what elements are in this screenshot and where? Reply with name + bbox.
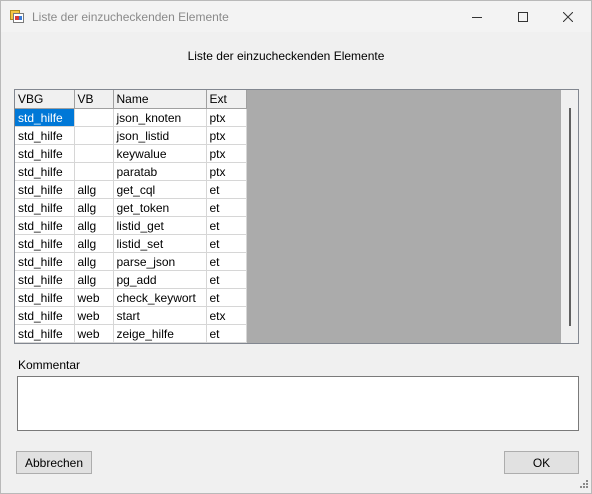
cell-name[interactable]: get_token: [113, 198, 207, 217]
minimize-icon: [472, 12, 482, 22]
maximize-icon: [518, 11, 528, 22]
cell-name[interactable]: pg_add: [113, 270, 207, 289]
table-row[interactable]: std_hilfe allg get_cql et: [15, 180, 247, 199]
cell-vbg[interactable]: std_hilfe: [15, 216, 75, 235]
cell-vb[interactable]: [74, 108, 114, 127]
cell-name[interactable]: start: [113, 306, 207, 325]
table-row[interactable]: std_hilfe allg listid_set et: [15, 234, 247, 253]
resize-grip-icon[interactable]: [577, 479, 589, 491]
cell-ext[interactable]: ptx: [206, 126, 247, 145]
vertical-scrollbar[interactable]: [561, 90, 578, 343]
cell-vb[interactable]: allg: [74, 180, 114, 199]
cell-vb[interactable]: allg: [74, 216, 114, 235]
column-header-ext[interactable]: Ext: [206, 90, 247, 109]
elements-grid[interactable]: VBG VB Name Ext std_hilfe json_knoten pt…: [14, 89, 579, 344]
window-title: Liste der einzucheckenden Elemente: [32, 10, 229, 24]
cell-ext[interactable]: et: [206, 252, 247, 271]
cell-vb[interactable]: allg: [74, 270, 114, 289]
ok-button[interactable]: OK: [504, 451, 579, 474]
cell-name[interactable]: listid_get: [113, 216, 207, 235]
app-icon: [10, 9, 25, 24]
comment-label: Kommentar: [18, 358, 81, 372]
dialog-window: Liste der einzucheckenden Elemente Liste…: [0, 0, 592, 494]
cell-ext[interactable]: ptx: [206, 108, 247, 127]
cell-vbg[interactable]: std_hilfe: [15, 324, 75, 343]
column-header-vbg[interactable]: VBG: [15, 90, 75, 109]
cell-ext[interactable]: et: [206, 198, 247, 217]
cell-ext[interactable]: ptx: [206, 162, 247, 181]
table-row[interactable]: std_hilfe allg parse_json et: [15, 252, 247, 271]
cancel-button[interactable]: Abbrechen: [16, 451, 92, 474]
cell-vbg[interactable]: std_hilfe: [15, 270, 75, 289]
table-row[interactable]: std_hilfe json_knoten ptx: [15, 108, 247, 127]
table-row[interactable]: std_hilfe allg get_token et: [15, 198, 247, 217]
table-row[interactable]: std_hilfe json_listid ptx: [15, 126, 247, 145]
cell-name[interactable]: check_keywort: [113, 288, 207, 307]
cell-ext[interactable]: et: [206, 234, 247, 253]
title-bar[interactable]: Liste der einzucheckenden Elemente: [1, 1, 591, 32]
cell-vb[interactable]: allg: [74, 252, 114, 271]
cell-vbg[interactable]: std_hilfe: [15, 288, 75, 307]
cell-ext[interactable]: et: [206, 324, 247, 343]
cell-vbg[interactable]: std_hilfe: [15, 252, 75, 271]
column-header-vb[interactable]: VB: [74, 90, 114, 109]
table-row[interactable]: std_hilfe web zeige_hilfe et: [15, 324, 247, 343]
cell-vb[interactable]: web: [74, 288, 114, 307]
cell-ext[interactable]: et: [206, 216, 247, 235]
cell-vbg[interactable]: std_hilfe: [15, 198, 75, 217]
cell-name[interactable]: get_cql: [113, 180, 207, 199]
table-row[interactable]: std_hilfe allg listid_get et: [15, 216, 247, 235]
cell-vbg[interactable]: std_hilfe: [15, 108, 75, 127]
cell-vbg[interactable]: std_hilfe: [15, 162, 75, 181]
comment-field[interactable]: [17, 376, 579, 431]
dialog-heading: Liste der einzucheckenden Elemente: [187, 49, 385, 63]
cell-name[interactable]: zeige_hilfe: [113, 324, 207, 343]
cell-name[interactable]: listid_set: [113, 234, 207, 253]
cell-vb[interactable]: web: [74, 324, 114, 343]
minimize-button[interactable]: [454, 1, 500, 32]
table-row[interactable]: std_hilfe web check_keywort et: [15, 288, 247, 307]
elements-table: VBG VB Name Ext std_hilfe json_knoten pt…: [15, 90, 247, 343]
cell-vbg[interactable]: std_hilfe: [15, 180, 75, 199]
cell-vb[interactable]: [74, 144, 114, 163]
cell-name[interactable]: parse_json: [113, 252, 207, 271]
cell-ext[interactable]: ptx: [206, 144, 247, 163]
cell-name[interactable]: json_listid: [113, 126, 207, 145]
header-row: VBG VB Name Ext: [15, 90, 247, 109]
cell-vb[interactable]: allg: [74, 198, 114, 217]
cell-name[interactable]: paratab: [113, 162, 207, 181]
cell-vbg[interactable]: std_hilfe: [15, 126, 75, 145]
cell-ext[interactable]: et: [206, 180, 247, 199]
cell-vbg[interactable]: std_hilfe: [15, 144, 75, 163]
cell-vbg[interactable]: std_hilfe: [15, 234, 75, 253]
column-header-name[interactable]: Name: [113, 90, 207, 109]
cell-ext[interactable]: et: [206, 270, 247, 289]
cell-vb[interactable]: web: [74, 306, 114, 325]
cell-vb[interactable]: [74, 126, 114, 145]
cell-vbg[interactable]: std_hilfe: [15, 306, 75, 325]
table-row[interactable]: std_hilfe keywalue ptx: [15, 144, 247, 163]
table-row[interactable]: std_hilfe paratab ptx: [15, 162, 247, 181]
cell-name[interactable]: keywalue: [113, 144, 207, 163]
close-icon: [563, 11, 573, 22]
cell-ext[interactable]: etx: [206, 306, 247, 325]
scrollbar-thumb[interactable]: [569, 108, 571, 326]
close-button[interactable]: [545, 1, 591, 32]
table-row[interactable]: std_hilfe allg pg_add et: [15, 270, 247, 289]
cell-ext[interactable]: et: [206, 288, 247, 307]
table-row[interactable]: std_hilfe web start etx: [15, 306, 247, 325]
cell-name[interactable]: json_knoten: [113, 108, 207, 127]
maximize-button[interactable]: [500, 1, 546, 32]
cell-vb[interactable]: [74, 162, 114, 181]
cell-vb[interactable]: allg: [74, 234, 114, 253]
